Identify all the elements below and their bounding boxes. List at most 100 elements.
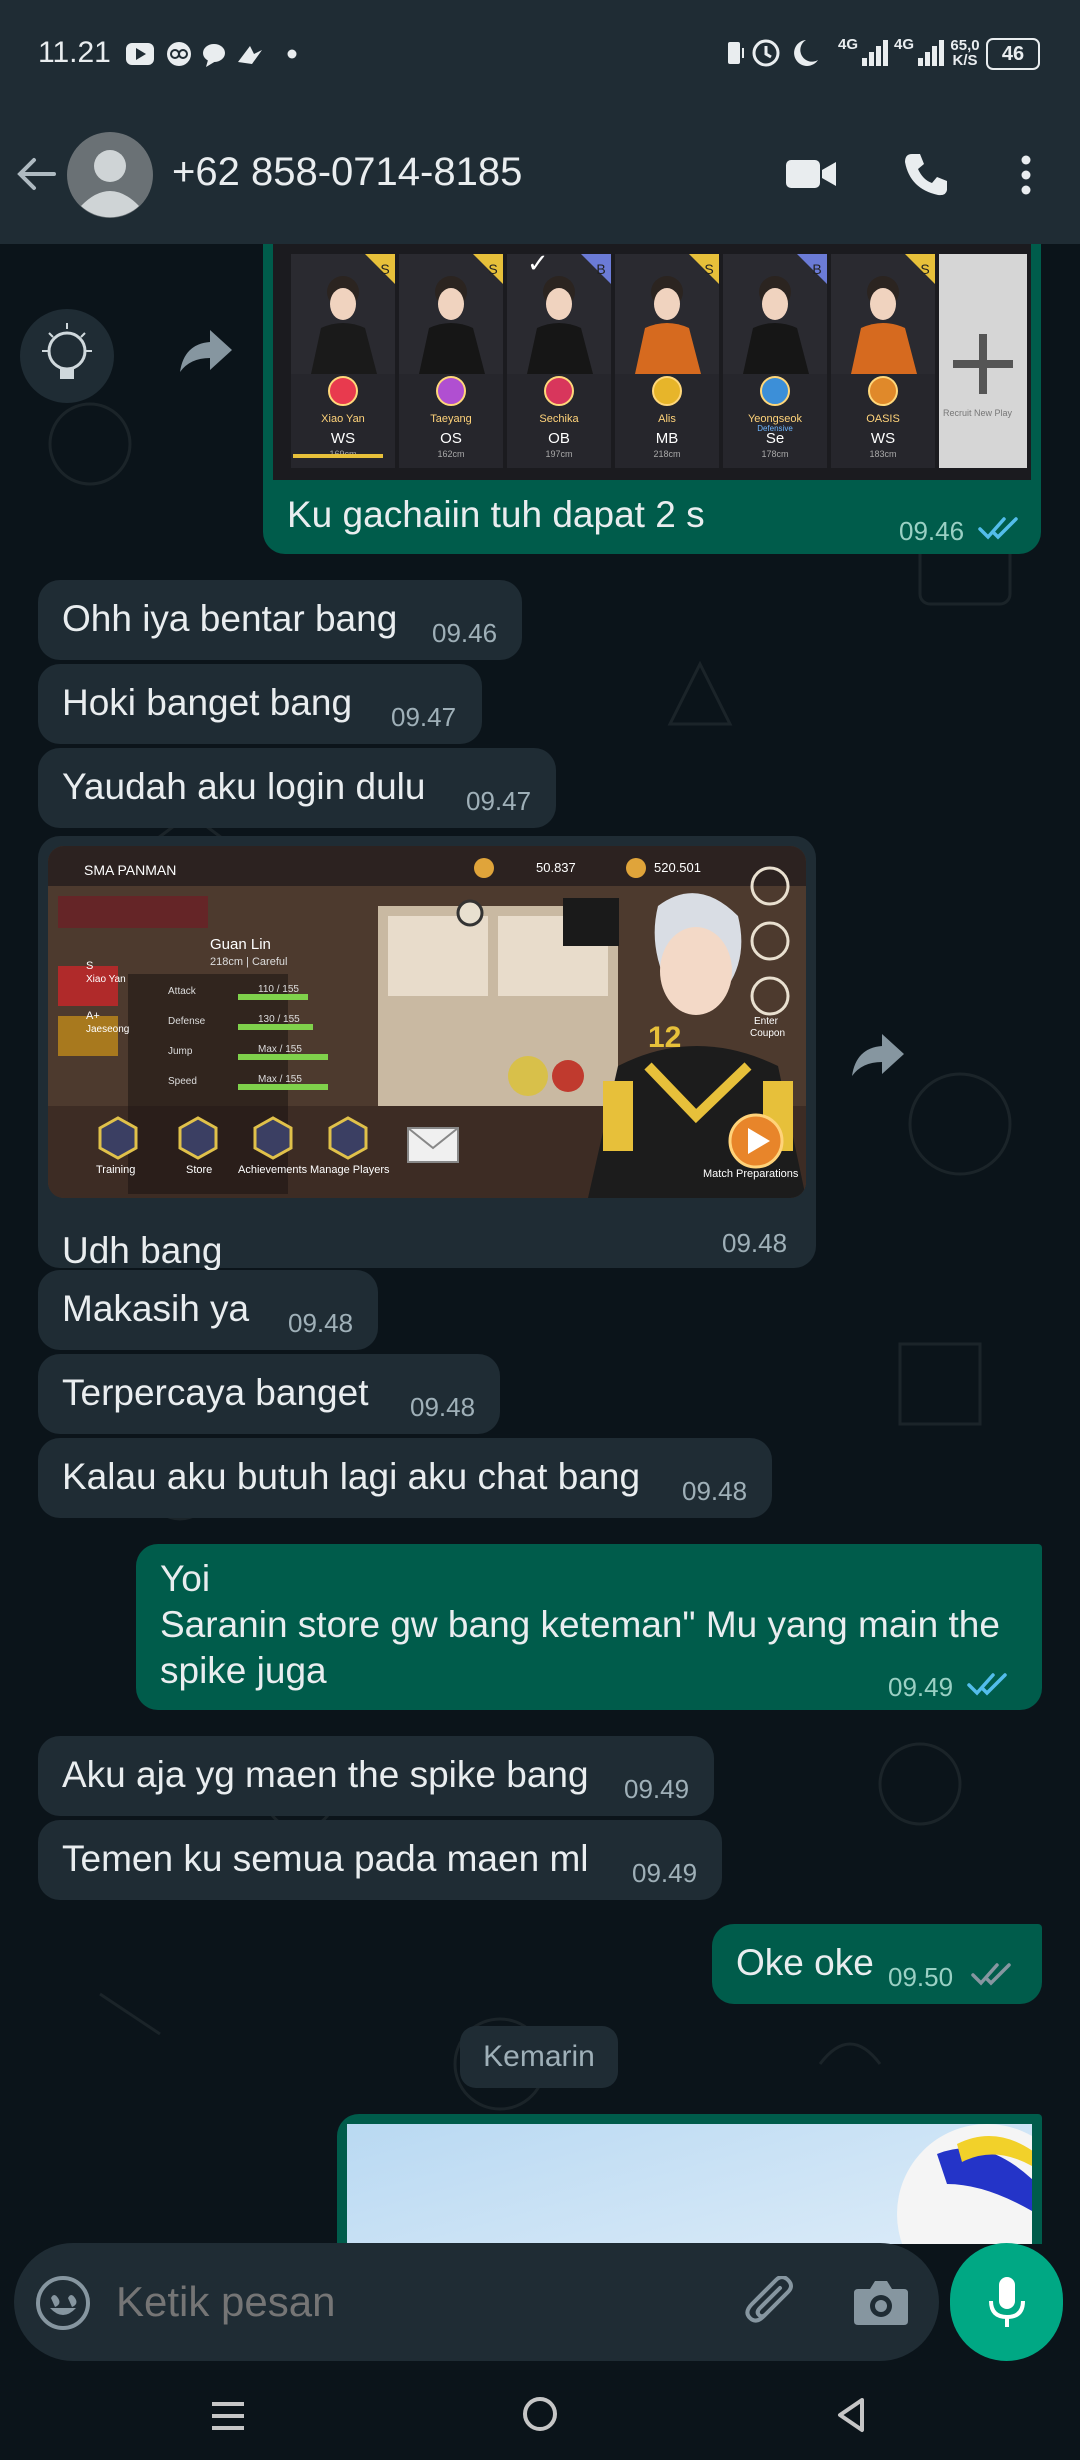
player-face [330, 288, 356, 320]
incoming-message[interactable]: Hoki banget bang 09.47 [38, 664, 482, 744]
player-height: 197cm [545, 449, 572, 459]
back-arrow-icon[interactable] [14, 152, 58, 196]
outgoing-message[interactable]: Yoi Saranin store gw bang keteman" Mu ya… [136, 1544, 1042, 1710]
message-time: 09.48 [410, 1392, 476, 1422]
contact-name[interactable]: +62 858-0714-8185 [172, 150, 522, 195]
net-speed: 65,0 K/S [948, 38, 982, 68]
net-speed-unit: K/S [952, 52, 978, 69]
incoming-image-message[interactable]: SMA PANMAN 50.837 520.501 Guan Lin 218cm… [38, 836, 816, 1271]
volleyball-image[interactable] [347, 2124, 1032, 2244]
phone-icon[interactable] [902, 150, 950, 198]
grade-label: S [704, 261, 713, 277]
message-input[interactable] [114, 2271, 718, 2333]
coin-count: 50.837 [536, 860, 576, 875]
outgoing-image-message[interactable]: SXiao YanWS169cmSTaeyangOS162cmBSechikaO… [263, 244, 1041, 554]
stat-label: Attack [168, 986, 196, 997]
read-ticks-icon [978, 517, 1018, 540]
roster-grade-2: A+ [86, 1010, 100, 1022]
attach-icon[interactable] [742, 2276, 802, 2332]
message-time: 09.49 [632, 1858, 698, 1888]
read-ticks-icon [967, 1673, 1007, 1696]
game-screenshot[interactable]: SMA PANMAN 50.837 520.501 Guan Lin 218cm… [48, 846, 806, 1198]
menu-manage-players: Manage Players [310, 1164, 390, 1176]
stat-label: Defense [168, 1016, 206, 1027]
incoming-message[interactable]: Kalau aku butuh lagi aku chat bang 09.48 [38, 1438, 772, 1518]
camera-icon[interactable] [852, 2277, 910, 2327]
incoming-message[interactable]: Ohh iya bentar bang 09.46 [38, 580, 522, 660]
incoming-message[interactable]: Makasih ya 09.48 [38, 1270, 378, 1350]
outgoing-image-message[interactable] [337, 2114, 1042, 2244]
incoming-message[interactable]: Aku aja yg maen the spike bang 09.49 [38, 1736, 714, 1816]
player-name: Guan Lin [210, 936, 271, 953]
avatar-icon[interactable] [67, 132, 153, 218]
player-info: 218cm | Careful [210, 956, 288, 968]
incoming-message[interactable]: Terpercaya banget 09.48 [38, 1354, 500, 1434]
incoming-message[interactable]: Yaudah aku login dulu 09.47 [38, 748, 556, 828]
message-caption: Udh bang [62, 1230, 223, 1271]
sticker-suggest-button[interactable] [20, 309, 114, 403]
message-time: 09.47 [466, 786, 532, 816]
forward-icon[interactable] [176, 324, 236, 376]
message-time: 09.48 [682, 1476, 748, 1506]
notification-icons [126, 42, 297, 67]
player-name: Sechika [539, 413, 579, 425]
menu-store: Store [186, 1164, 213, 1176]
position-badge [436, 376, 466, 406]
player-position: OS [440, 430, 462, 447]
recent-apps-icon[interactable] [208, 2398, 248, 2434]
player-height: 183cm [869, 449, 896, 459]
message-time: 09.46 [899, 516, 965, 546]
system-nav-bar [0, 2368, 1080, 2460]
mic-button[interactable] [950, 2243, 1063, 2361]
chat-area[interactable]: SXiao YanWS169cmSTaeyangOS162cmBSechikaO… [0, 244, 1080, 2244]
date-chip: Kemarin [460, 2026, 618, 2088]
message-text: Yaudah aku login dulu [62, 766, 426, 807]
forward-icon[interactable] [848, 1028, 908, 1080]
message-text: Kalau aku butuh lagi aku chat bang [62, 1456, 641, 1497]
menu-training: Training [96, 1164, 136, 1176]
more-vert-icon[interactable] [1016, 154, 1036, 198]
mic-icon [989, 2277, 1025, 2327]
signal-icon-2 [918, 40, 944, 66]
roster-name-1: Xiao Yan [86, 974, 126, 985]
player-name: Xiao Yan [321, 413, 365, 425]
message-time: 09.50 [888, 1962, 954, 1992]
roster-grade-1: S [86, 960, 94, 972]
player-name: Taeyang [430, 413, 472, 425]
player-face [654, 288, 680, 320]
message-time: 09.46 [432, 618, 498, 648]
position-badge [328, 376, 358, 406]
status-time: 11.21 [38, 36, 111, 69]
player-face [870, 288, 896, 320]
back-nav-icon[interactable] [834, 2396, 870, 2434]
gacha-result-image[interactable]: SXiao YanWS169cmSTaeyangOS162cmBSechikaO… [273, 244, 1031, 480]
message-text: Hoki banget bang [62, 682, 353, 723]
emoji-icon[interactable] [34, 2274, 92, 2332]
stat-label: Speed [168, 1076, 197, 1087]
sent-ticks-icon [971, 1963, 1011, 1986]
message-time: 09.49 [624, 1774, 690, 1804]
position-badge [652, 376, 682, 406]
stat-value: Max / 155 [258, 1044, 302, 1055]
network-type-1: 4G [838, 36, 859, 53]
message-text-line: spike juga [160, 1650, 327, 1691]
stat-label: Jump [168, 1046, 193, 1057]
video-call-icon[interactable] [784, 154, 838, 194]
incoming-message[interactable]: Temen ku semua pada maen ml 09.49 [38, 1820, 722, 1900]
stat-value: 110 / 155 [258, 984, 299, 995]
menu-achievements: Achievements [238, 1164, 308, 1176]
home-icon[interactable] [520, 2394, 560, 2434]
player-name: Alis [658, 413, 676, 425]
roster-name-2: Jaeseong [86, 1024, 130, 1035]
message-time: 09.49 [888, 1672, 954, 1702]
status-bar: 11.21 4G 4G 65,0 K/S 46 [0, 0, 1080, 104]
stat-value: Max / 155 [258, 1074, 302, 1085]
message-text: Ohh iya bentar bang [62, 598, 398, 639]
check-mark: ✓ [527, 249, 549, 279]
outgoing-message[interactable]: Oke oke 09.50 [712, 1924, 1042, 2004]
message-text-line: Saranin store gw bang keteman" Mu yang m… [160, 1604, 1000, 1645]
position-badge [760, 376, 790, 406]
player-face [762, 288, 788, 320]
battery-icon: 46 [986, 38, 1040, 70]
signal-icon-1 [862, 40, 888, 66]
